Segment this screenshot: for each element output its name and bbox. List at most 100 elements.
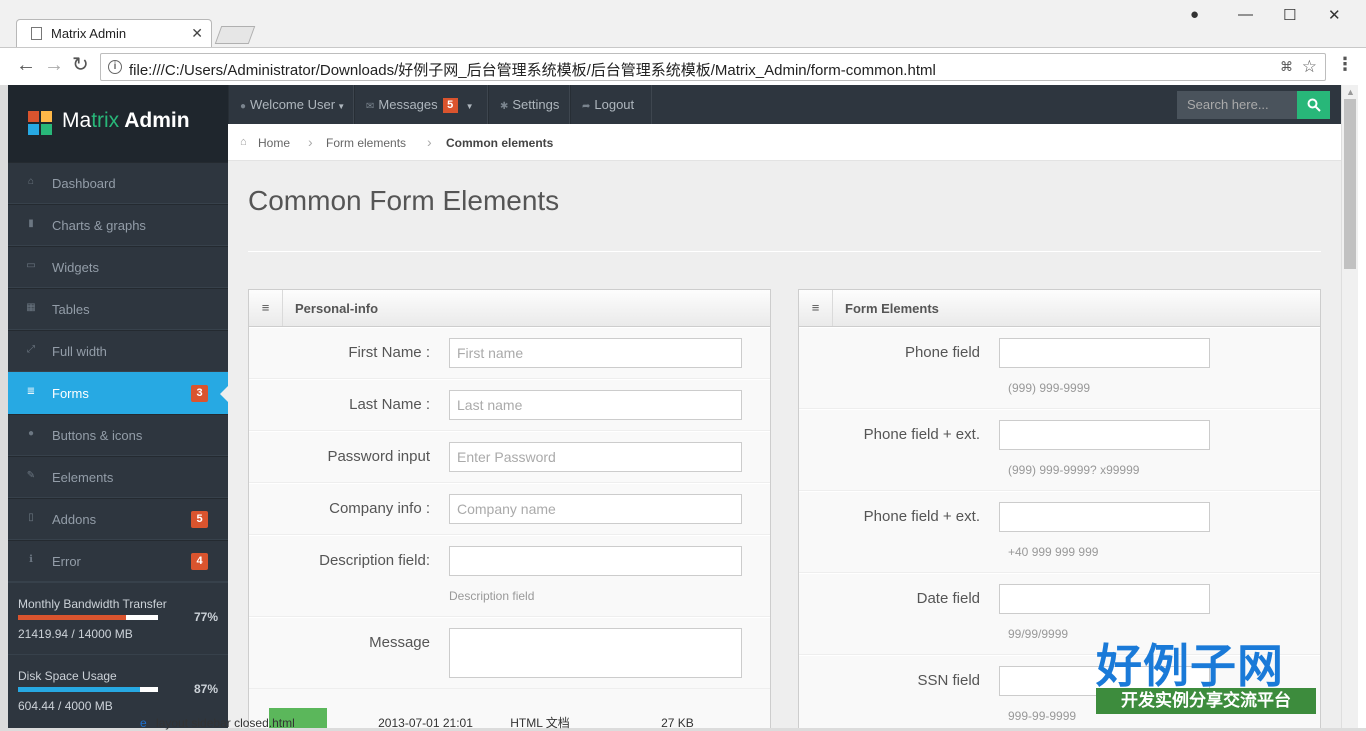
form-row: Phone field + ext. (999) 999-9999? x9999… <box>799 409 1320 491</box>
profile-icon[interactable]: ● <box>1190 6 1199 23</box>
progress-bar <box>18 687 158 692</box>
browser-chrome: Matrix Admin ✕ ● — ☐ ✕ ← → ↻ i file:///C… <box>0 0 1366 85</box>
top-nav: ● Welcome User ▼ ✉ Messages 5 ▼ ✱ Settings ➦ L… <box>228 85 1341 124</box>
search-icon <box>1307 98 1321 112</box>
password-input[interactable]: Enter Password <box>449 442 742 472</box>
sidebar-item-dashboard[interactable]: ⌂ Dashboard <box>8 162 228 204</box>
logo-title: Matrix Admin <box>62 109 190 132</box>
ssn-help: 999-99-9999 <box>1008 709 1077 723</box>
company-label: Company info : <box>329 500 430 517</box>
envelope-icon: ✉ <box>366 101 375 112</box>
progress-fill <box>18 615 126 620</box>
inbox-icon: ▭ <box>26 260 36 271</box>
scroll-up-icon[interactable]: ▲ <box>1346 87 1355 97</box>
date-label: Date field <box>916 590 980 607</box>
caret-down-icon: ▼ <box>465 102 474 111</box>
bookmark-star-icon[interactable]: ☆ <box>1302 57 1317 77</box>
widget-title: Form Elements <box>845 301 939 316</box>
page-scrollbar[interactable]: ▲ <box>1341 85 1358 728</box>
company-input[interactable]: Company name <box>449 494 742 524</box>
form-row: Password input Enter Password <box>249 431 770 483</box>
sidebar-item-forms[interactable]: ≣ Forms 3 <box>8 372 228 414</box>
form-row: Phone field + ext. +40 999 999 999 <box>799 491 1320 573</box>
scrollbar-thumb[interactable] <box>1344 99 1356 269</box>
phone-ext-label: Phone field + ext. <box>863 426 980 443</box>
count-badge: 5 <box>191 511 208 528</box>
sidebar-item-label: Error <box>52 554 81 569</box>
minimize-icon[interactable]: — <box>1238 6 1253 23</box>
stat-percent: 87% <box>193 682 218 696</box>
messages-badge: 5 <box>442 98 458 113</box>
tab-title: Matrix Admin <box>51 26 127 41</box>
search-input[interactable]: Search here... <box>1177 91 1297 119</box>
bandwidth-stat: Monthly Bandwidth Transfer 77% 21419.94 … <box>8 582 228 654</box>
message-textarea[interactable] <box>449 628 742 678</box>
sidebar-item-charts-graphs[interactable]: ▮ Charts & graphs <box>8 204 228 246</box>
phone-ext2-input[interactable] <box>999 502 1210 532</box>
logo[interactable]: Matrix Admin <box>8 85 228 162</box>
close-tab-icon[interactable]: ✕ <box>191 25 203 42</box>
background-window <box>1358 85 1366 728</box>
logo-mark-icon <box>28 111 52 135</box>
sidebar-item-buttons-icons[interactable]: ● Buttons & icons <box>8 414 228 456</box>
home-icon: ⌂ <box>27 176 35 187</box>
widget-header: ≡ Form Elements <box>799 290 1320 327</box>
sidebar-item-full-width[interactable]: ⤢ Full width <box>8 330 228 372</box>
welcome-user-menu[interactable]: ● Welcome User ▼ <box>228 85 354 124</box>
window-close-icon[interactable]: ✕ <box>1328 6 1341 24</box>
sidebar-item-addons[interactable]: ▯ Addons 5 <box>8 498 228 540</box>
breadcrumb: ⌂ Home › Form elements › Common elements <box>228 124 1341 161</box>
settings-link[interactable]: ✱ Settings <box>488 85 570 124</box>
progress-bar <box>18 615 158 620</box>
description-input[interactable] <box>449 546 742 576</box>
sidebar-item-widgets[interactable]: ▭ Widgets <box>8 246 228 288</box>
reload-icon[interactable]: ↻ <box>72 55 89 75</box>
phone-ext2-label: Phone field + ext. <box>863 508 980 525</box>
sidebar-item-label: Charts & graphs <box>52 218 146 233</box>
url-text[interactable]: file:///C:/Users/Administrator/Downloads… <box>129 59 936 80</box>
address-bar[interactable]: i file:///C:/Users/Administrator/Downloa… <box>100 53 1326 81</box>
divider <box>248 251 1321 252</box>
form-row: Last Name : Last name <box>249 379 770 431</box>
browser-toolbar: ← → ↻ i file:///C:/Users/Administrator/D… <box>0 47 1366 85</box>
search-button[interactable] <box>1297 91 1330 119</box>
sidebar-item-error[interactable]: ℹ Error 4 <box>8 540 228 582</box>
forward-icon[interactable]: → <box>44 55 64 75</box>
new-tab-button[interactable] <box>214 26 256 44</box>
back-icon[interactable]: ← <box>16 55 36 75</box>
logout-link[interactable]: ➦ Logout <box>570 85 652 124</box>
phone-label: Phone field <box>904 344 980 361</box>
sidebar-item-label: Buttons & icons <box>52 428 143 443</box>
phone-input[interactable] <box>999 338 1210 368</box>
chevron-right-icon: › <box>308 134 313 150</box>
stat-value: 604.44 / 4000 MB <box>18 699 113 713</box>
translate-icon[interactable]: ⌘ <box>1280 59 1293 75</box>
stat-percent: 77% <box>193 610 218 624</box>
maximize-icon[interactable]: ☐ <box>1283 6 1296 24</box>
sidebar-item-eelements[interactable]: ✎ Eelements <box>8 456 228 498</box>
align-justify-icon: ≡ <box>249 290 283 326</box>
browser-menu-icon[interactable]: ⋮ <box>1336 54 1354 75</box>
ssn-label: SSN field <box>917 672 980 689</box>
sidebar-item-tables[interactable]: ▦ Tables <box>8 288 228 330</box>
sidebar-item-label: Tables <box>52 302 90 317</box>
messages-menu[interactable]: ✉ Messages 5 ▼ <box>354 85 488 124</box>
page-title: Common Form Elements <box>248 185 560 216</box>
sidebar-item-label: Full width <box>52 344 107 359</box>
site-info-icon[interactable]: i <box>108 60 122 74</box>
date-input[interactable] <box>999 584 1210 614</box>
last-name-input[interactable]: Last name <box>449 390 742 420</box>
browser-tab[interactable]: Matrix Admin ✕ <box>16 19 212 47</box>
stat-title: Disk Space Usage <box>18 669 117 683</box>
first-name-input[interactable]: First name <box>449 338 742 368</box>
personal-info-widget: ≡ Personal-info First Name : First name … <box>248 289 771 728</box>
first-name-label: First Name : <box>348 344 430 361</box>
breadcrumb-home[interactable]: Home <box>258 136 290 150</box>
chevron-right-icon: › <box>427 134 432 150</box>
user-icon: ● <box>240 101 247 112</box>
sidebar-item-label: Widgets <box>52 260 99 275</box>
breadcrumb-form-elements[interactable]: Form elements <box>326 136 406 150</box>
background-file-row: e layout sidebar closed.html 2013-07-01 … <box>140 714 840 730</box>
count-badge: 4 <box>191 553 208 570</box>
phone-ext-input[interactable] <box>999 420 1210 450</box>
